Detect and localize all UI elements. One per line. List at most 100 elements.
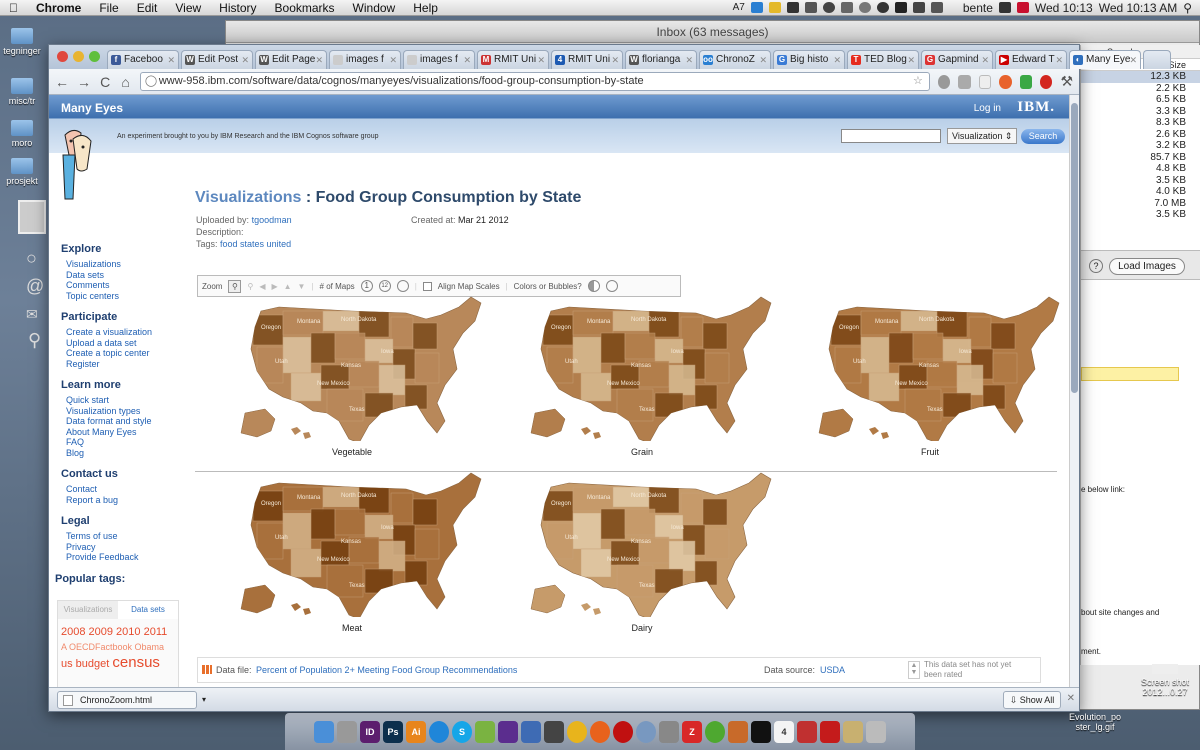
- mail-size[interactable]: 12.3 KB: [1081, 71, 1200, 83]
- mail-size[interactable]: 3.5 KB: [1081, 209, 1200, 221]
- firefox-icon[interactable]: [590, 720, 610, 743]
- minimize-window-icon[interactable]: [73, 51, 84, 62]
- state-region[interactable]: [912, 332, 944, 360]
- chat-icon[interactable]: ○: [26, 248, 37, 269]
- state-region[interactable]: [860, 336, 890, 374]
- breadcrumb-visualizations[interactable]: Visualizations: [195, 189, 301, 206]
- close-window-icon[interactable]: [57, 51, 68, 62]
- close-tab-icon[interactable]: ✕: [315, 51, 323, 69]
- close-tab-icon[interactable]: ✕: [685, 51, 693, 69]
- hawaii-region[interactable]: [869, 427, 889, 439]
- menu-window[interactable]: Window: [344, 0, 405, 16]
- state-region[interactable]: [364, 568, 394, 594]
- skype-icon[interactable]: S: [452, 720, 472, 743]
- mail-size[interactable]: 4.8 KB: [1081, 163, 1200, 175]
- mail-size[interactable]: 2.6 KB: [1081, 129, 1200, 141]
- scrollbar-thumb[interactable]: [1071, 103, 1078, 393]
- evernote-icon[interactable]: [768, 2, 781, 13]
- choropleth-map[interactable]: Oregon Montana North Dakota Iowa Utah Kansas N…: [507, 467, 777, 633]
- state-region[interactable]: [364, 392, 394, 418]
- sidebar-link-topic-centers[interactable]: Topic centers: [61, 291, 181, 302]
- browser-tab[interactable]: G Big histo ✕: [773, 50, 845, 69]
- sidebar-link-create-visualization[interactable]: Create a visualization: [61, 327, 181, 338]
- state-region[interactable]: [414, 352, 440, 384]
- sidebar-link-terms[interactable]: Terms of use: [61, 531, 181, 542]
- state-region[interactable]: [600, 332, 626, 364]
- uploader-link[interactable]: tgoodman: [252, 215, 292, 225]
- wrench-icon[interactable]: ⚒: [1060, 73, 1073, 90]
- user-photo[interactable]: [18, 200, 46, 234]
- state-region[interactable]: [414, 528, 440, 560]
- state-region[interactable]: [654, 568, 684, 594]
- page-scrollbar[interactable]: [1069, 95, 1079, 687]
- state-region[interactable]: [256, 346, 284, 384]
- menu-bookmarks[interactable]: Bookmarks: [266, 0, 344, 16]
- desktop-file-gif[interactable]: Evolution_po ster_lg.gif: [1050, 712, 1140, 732]
- search-type-select[interactable]: Visualization ⇕: [947, 128, 1017, 144]
- close-tab-icon[interactable]: ✕: [389, 51, 397, 69]
- zoom-window-icon[interactable]: [89, 51, 100, 62]
- mail-icon[interactable]: ✉: [26, 306, 38, 323]
- state-region[interactable]: [834, 346, 862, 384]
- menu-file[interactable]: File: [90, 0, 127, 16]
- mail-size[interactable]: 8.3 KB: [1081, 117, 1200, 129]
- state-region[interactable]: [256, 522, 284, 560]
- state-region[interactable]: [390, 316, 414, 348]
- close-tab-icon[interactable]: ✕: [907, 51, 915, 69]
- browser-tab[interactable]: ◐ Many Eye ✕: [1069, 50, 1141, 69]
- state-region[interactable]: [390, 492, 414, 524]
- user-name[interactable]: bente: [963, 1, 993, 15]
- mail-size[interactable]: 7.0 MB: [1081, 198, 1200, 210]
- us-map-svg[interactable]: Oregon Montana North Dakota Iowa Utah Kansas N…: [217, 291, 487, 441]
- alaska-region[interactable]: [530, 408, 566, 438]
- browser-tab[interactable]: 4 RMIT Uni ✕: [551, 50, 623, 69]
- reload-icon[interactable]: C: [99, 74, 111, 90]
- preview-icon[interactable]: [337, 720, 357, 743]
- state-region[interactable]: [580, 372, 612, 402]
- state-region[interactable]: [572, 336, 602, 374]
- close-tab-icon[interactable]: ✕: [463, 51, 471, 69]
- tag-cloud-line[interactable]: A OECDFactbook Obama: [61, 640, 175, 655]
- terminal-icon[interactable]: [751, 720, 771, 743]
- gear-icon[interactable]: [822, 2, 835, 13]
- login-link[interactable]: Log in: [974, 103, 1001, 114]
- sidebar-link-blog[interactable]: Blog: [61, 448, 181, 459]
- address-bar[interactable]: ◯ www-958.ibm.com/software/data/cognos/m…: [139, 72, 930, 91]
- illustrator-icon[interactable]: Ai: [406, 720, 426, 743]
- hawaii-region[interactable]: [291, 603, 311, 615]
- tag-us-budget[interactable]: us budget: [61, 658, 109, 670]
- data-source-link[interactable]: USDA: [820, 665, 845, 675]
- chrome-icon[interactable]: [567, 720, 587, 743]
- close-tab-icon[interactable]: ✕: [611, 51, 619, 69]
- monitor-icon[interactable]: [786, 2, 799, 13]
- close-tab-icon[interactable]: ✕: [241, 51, 249, 69]
- close-download-bar-icon[interactable]: ✕: [1067, 693, 1075, 704]
- photoshop-icon[interactable]: Ps: [383, 720, 403, 743]
- load-images-button[interactable]: Load Images: [1109, 258, 1185, 275]
- state-region[interactable]: [600, 508, 626, 540]
- state-region[interactable]: [572, 512, 602, 550]
- browser-tab[interactable]: W Edit Post ✕: [181, 50, 253, 69]
- us-map-svg[interactable]: Oregon Montana North Dakota Iowa Utah Kansas N…: [217, 467, 487, 617]
- menu-app-name[interactable]: Chrome: [27, 0, 90, 16]
- sidebar-link-data-sets[interactable]: Data sets: [61, 270, 181, 281]
- hawaii-region[interactable]: [581, 427, 601, 439]
- extension-red-icon[interactable]: [1040, 74, 1053, 89]
- zotero-icon[interactable]: Z: [682, 720, 702, 743]
- state-region[interactable]: [942, 392, 972, 418]
- state-region[interactable]: [334, 332, 366, 360]
- close-tab-icon[interactable]: ✕: [1055, 51, 1063, 69]
- sidebar-link-faq[interactable]: FAQ: [61, 437, 181, 448]
- close-tab-icon[interactable]: ✕: [981, 51, 989, 69]
- state-region[interactable]: [704, 528, 730, 560]
- volume-icon[interactable]: [930, 2, 943, 13]
- pan-down-icon[interactable]: ▼: [298, 282, 306, 291]
- desktop-folder[interactable]: prosjekt: [2, 158, 42, 186]
- site-search-input[interactable]: [841, 129, 941, 143]
- pan-right-icon[interactable]: ▶: [271, 282, 277, 291]
- show-all-downloads-button[interactable]: ⇩ Show All: [1003, 691, 1061, 709]
- state-region[interactable]: [378, 540, 406, 572]
- menu-edit[interactable]: Edit: [128, 0, 167, 16]
- adium-icon[interactable]: [475, 720, 495, 743]
- state-region[interactable]: [990, 322, 1016, 350]
